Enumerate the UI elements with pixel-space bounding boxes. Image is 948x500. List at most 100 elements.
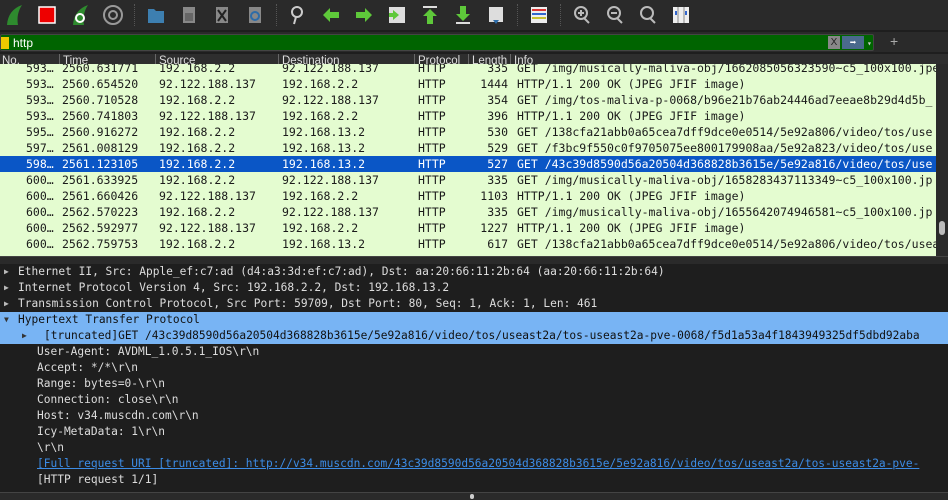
detail-item[interactable]: Accept: */*\r\n [0,360,948,376]
detail-item[interactable]: ▶ [truncated]GET /43c39d8590d56a20504d368… [0,328,948,344]
packet-info: GET /138cfa21abb0a65cea7dff9dce0e0514/5e… [517,125,933,139]
detail-text: [Full request URI [truncated]: http://v3… [37,457,920,470]
packet-info: HTTP/1.1 200 OK (JPEG JFIF image) [517,77,746,91]
detail-item[interactable]: Icy-MetaData: 1\r\n [0,424,948,440]
reload-file-icon[interactable] [243,3,267,27]
save-file-icon[interactable] [177,3,201,27]
detail-item[interactable]: [HTTP request 1/1] [0,472,948,488]
splitter-handle[interactable] [470,494,474,499]
last-packet-icon[interactable] [451,3,475,27]
packet-info: GET /138cfa21abb0a65cea7dff9dce0e0514/5e… [517,237,936,251]
packet-destination: 192.168.2.2 [282,189,359,203]
detail-item[interactable]: \r\n [0,440,948,456]
packet-protocol: HTTP [418,77,446,91]
packet-row[interactable]: 595… 2560.916272 192.168.2.2 192.168.13.2 HT… [0,124,936,140]
filter-history-dropdown[interactable]: ▾ [867,36,872,51]
add-filter-button[interactable]: + [890,32,898,50]
packet-row[interactable]: 597… 2561.008129 192.168.2.2 192.168.13.2 HT… [0,140,936,156]
packet-no: 597… [26,141,54,155]
packet-protocol: HTTP [418,189,446,203]
packet-info: HTTP/1.1 200 OK (JPEG JFIF image) [517,221,746,235]
packet-row[interactable]: 593… 2560.741803 92.122.188.137 192.168.2.2… [0,108,936,124]
detail-item[interactable]: ▶ Transmission Control Protocol, Src Port… [0,296,948,312]
packet-time: 2561.633925 [62,173,139,187]
go-to-packet-icon[interactable] [385,3,409,27]
detail-item[interactable]: Host: v34.muscdn.com\r\n [0,408,948,424]
go-forward-icon[interactable] [352,3,376,27]
detail-item[interactable]: ▶ Internet Protocol Version 4, Src: 192.1… [0,280,948,296]
packet-length: 354 [487,93,508,107]
toolbar-separator [560,4,561,26]
packet-row[interactable]: 600… 2562.759753 192.168.2.2 192.168.13.2 HT… [0,236,936,252]
packet-protocol: HTTP [418,221,446,235]
start-capture-icon[interactable] [2,3,26,27]
packet-protocol: HTTP [418,64,446,75]
go-back-icon[interactable] [319,3,343,27]
packet-no: 598… [26,157,54,171]
zoom-out-icon[interactable] [603,3,627,27]
packet-info: GET /img/tos-maliva-p-0068/b96e21b76ab24… [517,93,933,107]
zoom-reset-icon[interactable] [636,3,660,27]
packet-row[interactable]: 593… 2560.710528 192.168.2.2 92.122.188.137… [0,92,936,108]
packet-destination: 192.168.13.2 [282,141,366,155]
packet-row[interactable]: 600… 2561.660426 92.122.188.137 192.168.2.2… [0,188,936,204]
packet-protocol: HTTP [418,157,446,171]
autoscroll-icon[interactable] [484,3,508,27]
packet-no: 593… [26,109,54,123]
find-packet-icon[interactable] [286,3,310,27]
packet-row[interactable]: 593… 2560.631771 192.168.2.2 92.122.188.137… [0,64,936,76]
packet-time: 2561.123105 [62,157,139,171]
packet-time: 2560.631771 [62,64,139,75]
close-file-icon[interactable] [210,3,234,27]
packet-source: 192.168.2.2 [159,205,236,219]
display-filter-input[interactable] [13,35,813,50]
packet-row-selected[interactable]: 598… 2561.123105 192.168.2.2 192.168.13.2 HT… [0,156,936,172]
detail-item[interactable]: ▼ Hypertext Transfer Protocol [0,312,948,328]
apply-filter-button[interactable]: ➡ [842,36,864,49]
packet-destination: 192.168.13.2 [282,237,366,251]
packet-list-scrollbar[interactable] [936,64,948,256]
scrollbar-thumb[interactable] [939,221,945,235]
packet-info: HTTP/1.1 200 OK (JPEG JFIF image) [517,189,746,203]
packet-list: 593… 2560.631771 192.168.2.2 92.122.188.137… [0,64,936,256]
packet-time: 2562.570223 [62,205,139,219]
packet-row[interactable]: 600… 2561.633925 192.168.2.2 92.122.188.137… [0,172,936,188]
packet-protocol: HTTP [418,237,446,251]
packet-length: 1227 [480,221,508,235]
restart-capture-icon[interactable] [68,3,92,27]
detail-item[interactable]: ▶ Ethernet II, Src: Apple_ef:c7:ad (d4:a3… [0,264,948,280]
packet-time: 2561.008129 [62,141,139,155]
detail-text: Range: bytes=0-\r\n [37,377,165,390]
clear-filter-button[interactable]: X [828,36,840,49]
pane-splitter[interactable] [0,256,948,264]
bookmark-icon[interactable] [1,37,9,49]
resize-columns-icon[interactable] [669,3,693,27]
capture-options-icon[interactable] [101,3,125,27]
collapsed-arrow-icon[interactable]: ▶ [4,264,9,280]
collapsed-arrow-icon[interactable]: ▶ [4,296,9,312]
packet-destination: 92.122.188.137 [282,93,379,107]
packet-no: 600… [26,189,54,203]
packet-row[interactable]: 600… 2562.592977 92.122.188.137 192.168.2.2… [0,220,936,236]
packet-length: 527 [487,157,508,171]
pane-splitter-bottom[interactable] [0,492,948,500]
packet-protocol: HTTP [418,173,446,187]
packet-destination: 92.122.188.137 [282,64,379,75]
first-packet-icon[interactable] [418,3,442,27]
detail-item[interactable]: User-Agent: AVDML_1.0.5.1_IOS\r\n [0,344,948,360]
detail-text: User-Agent: AVDML_1.0.5.1_IOS\r\n [37,345,260,358]
zoom-in-icon[interactable] [570,3,594,27]
detail-item[interactable]: Connection: close\r\n [0,392,948,408]
colorize-icon[interactable] [527,3,551,27]
packet-no: 600… [26,205,54,219]
packet-row[interactable]: 593… 2560.654520 92.122.188.137 192.168.2.2… [0,76,936,92]
detail-item[interactable]: Range: bytes=0-\r\n [0,376,948,392]
packet-row[interactable]: 600… 2562.570223 192.168.2.2 92.122.188.137… [0,204,936,220]
detail-link[interactable]: [Full request URI [truncated]: http://v3… [0,456,948,472]
stop-capture-icon[interactable] [35,3,59,27]
collapsed-arrow-icon[interactable]: ▶ [22,328,27,344]
collapsed-arrow-icon[interactable]: ▶ [4,280,9,296]
packet-source: 192.168.2.2 [159,237,236,251]
open-file-icon[interactable] [144,3,168,27]
expanded-arrow-icon[interactable]: ▼ [4,312,9,328]
